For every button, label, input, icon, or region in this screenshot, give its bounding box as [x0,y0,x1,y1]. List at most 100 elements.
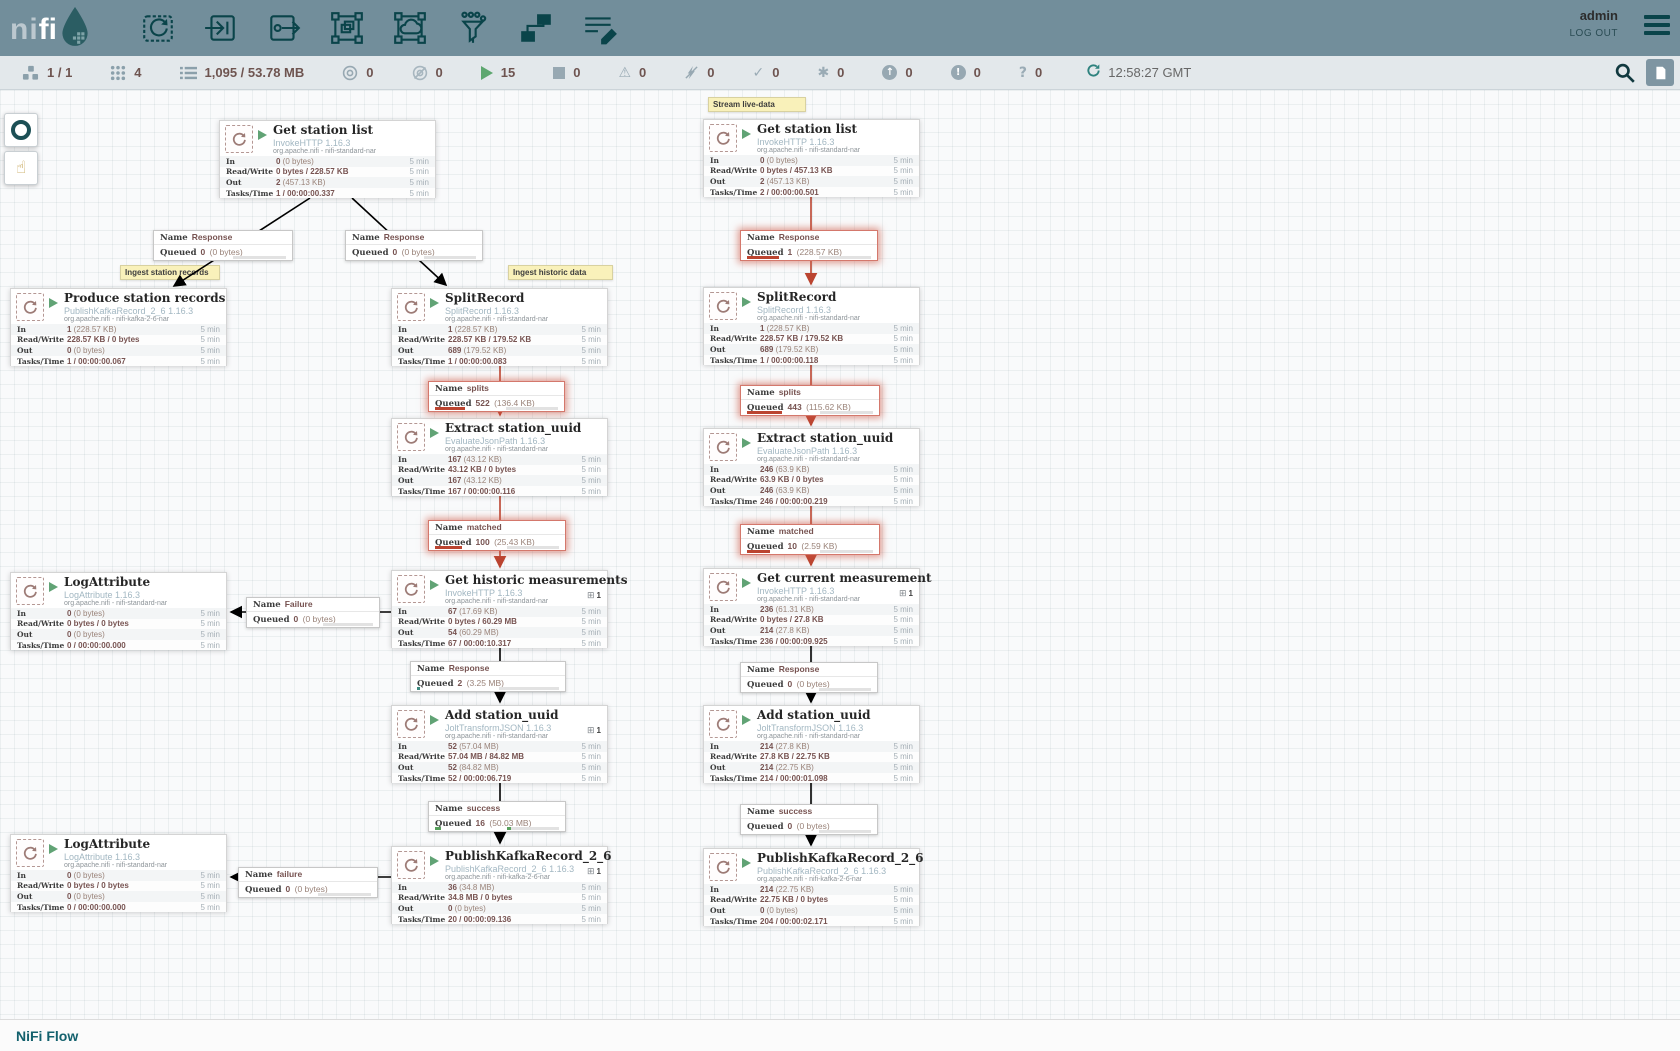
remote-process-group-icon[interactable] [392,10,428,46]
sync-failure-count: 0 [1035,65,1042,80]
stat-row-in: In0 (0 bytes)5 min [220,156,435,167]
stat-row-tasks-time: Tasks/Time2 / 00:00:00.5015 min [704,187,919,198]
stat-row-in: In1 (228.57 KB)5 min [704,323,919,334]
backpressure-bars [747,411,873,414]
processor-bundle: org.apache.nifi - nifi-standard-nar [64,600,167,607]
processor-publishkafka-right[interactable]: PublishKafkaRecord_2_6 PublishKafkaRecor… [703,848,920,926]
input-port-icon[interactable] [203,10,239,46]
name-key: Name [747,388,775,398]
processor-logattribute-top[interactable]: LogAttribute LogAttribute 1.16.3 org.apa… [10,572,227,650]
queue-label-success-mid[interactable]: Namesuccess Queued16 (50.03 MB) [428,801,566,832]
processor-bundle: org.apache.nifi - nifi-standard-nar [445,733,548,740]
processor-name: Extract station_uuid [445,421,581,435]
stat-row-read-write: Read/Write22.75 KB / 0 bytes5 min [704,895,919,906]
processor-bundle: org.apache.nifi - nifi-standard-nar [445,316,548,323]
search-icon[interactable] [1614,62,1636,84]
stat-row-out: Out2 (457.13 KB)5 min [220,177,435,188]
processor-icon[interactable] [140,10,176,46]
label-icon[interactable] [581,10,617,46]
queue-label-splits-mid[interactable]: Namesplits Queued522 (136.4 KB) [428,381,565,412]
processor-bundle: org.apache.nifi - nifi-kafka-2-6-nar [757,876,862,883]
queue-label-response-left-2[interactable]: NameResponse Queued0 (0 bytes) [345,230,483,261]
size-threshold-bar [506,407,558,410]
processor-stats: In0 (0 bytes)5 minRead/Write0 bytes / 45… [704,155,919,197]
processor-produce-station-records[interactable]: Produce station records PublishKafkaReco… [10,288,227,366]
stat-row-out: Out54 (60.29 MB)5 min [392,627,607,638]
relationship-name: success [779,806,813,816]
processor-get-station-list-right[interactable]: Get station list InvokeHTTP 1.16.3 org.a… [703,119,920,197]
stat-row-read-write: Read/Write43.12 KB / 0 bytes5 min [392,465,607,476]
stat-row-in: In1 (228.57 KB)5 min [392,324,607,335]
processor-stats: In1 (228.57 KB)5 minRead/Write228.57 KB … [704,323,919,365]
transmitting-icon [342,65,358,81]
funnel-icon[interactable] [455,10,491,46]
processor-add-station-uuid-mid[interactable]: Add station_uuid JoltTransformJSON 1.16.… [391,705,608,783]
queue-label-success-right[interactable]: Namesuccess Queued0 (0 bytes) [740,804,878,835]
queue-label-response-left-1[interactable]: NameResponse Queued0 (0 bytes) [153,230,293,261]
processor-stamp-icon [709,853,737,881]
queue-label-failure-bottom[interactable]: Namefailure Queued0 (0 bytes) [238,867,378,898]
queue-label-splits-right[interactable]: Namesplits Queued443 (115.62 KB) [740,385,880,416]
processor-get-station-list-left[interactable]: Get station list InvokeHTTP 1.16.3 org.a… [219,120,436,198]
refresh-icon[interactable] [1086,63,1101,83]
object-threshold-bar [245,893,302,896]
process-group-icon[interactable] [329,10,365,46]
queue-label-response-right-1[interactable]: NameResponse Queued1 (228.57 KB) [740,230,878,261]
logout-link[interactable]: LOG OUT [1569,28,1618,39]
queue-label-response-mid-2[interactable]: NameResponse Queued2 (3.25 MB) [410,661,566,692]
output-port-icon[interactable] [266,10,302,46]
processor-logattribute-bottom[interactable]: LogAttribute LogAttribute 1.16.3 org.apa… [10,834,227,912]
backpressure-bars [352,256,476,259]
size-threshold-bar [323,623,373,626]
queue-label-matched-mid[interactable]: Namematched Queued100 (25.43 KB) [428,520,566,551]
processor-stamp-icon [397,423,425,451]
flow-canvas[interactable]: Ingest station records Ingest historic d… [0,90,1680,1019]
queue-label-response-right-2[interactable]: NameResponse Queued0 (0 bytes) [740,662,878,693]
running-status-icon [430,580,439,590]
hamburger-icon[interactable] [1644,15,1670,39]
active-threads-status: 4 [110,65,141,81]
breadcrumb[interactable]: NiFi Flow [16,1028,78,1044]
stat-row-in: In236 (61.31 KB)5 min [704,604,919,615]
operate-palette-button[interactable]: ☝ [4,151,38,185]
running-status-icon [742,129,751,139]
disabled-status: 0 [684,65,714,80]
name-key: Name [245,870,273,880]
processor-extract-station-uuid-right[interactable]: Extract station_uuid EvaluateJsonPath 1.… [703,428,920,506]
processor-bundle: org.apache.nifi - nifi-standard-nar [757,733,860,740]
relationship-name: splits [779,387,801,397]
relationship-name: success [467,803,501,813]
queued-count: 1,095 / 53.78 MB [205,65,305,80]
invalid-icon: ⚠ [618,65,631,81]
processor-add-station-uuid-right[interactable]: Add station_uuid JoltTransformJSON 1.16.… [703,705,920,783]
processor-splitrecord-mid[interactable]: SplitRecord SplitRecord 1.16.3 org.apach… [391,288,608,366]
template-icon[interactable] [518,10,554,46]
invalid-status: ⚠ 0 [618,65,646,81]
active-threads-icon [110,65,126,81]
object-threshold-bar [160,256,217,259]
not-transmitting-count: 0 [436,65,443,80]
user-name: admin [1569,8,1618,23]
navigate-palette-button[interactable] [4,113,38,147]
processor-splitrecord-right[interactable]: SplitRecord SplitRecord 1.16.3 org.apach… [703,287,920,365]
queue-label-failure-top[interactable]: NameFailure Queued0 (0 bytes) [246,597,380,628]
relationship-name: matched [467,522,502,532]
stat-row-out: Out0 (0 bytes)5 min [11,629,226,640]
navigate-icon [11,120,31,140]
processor-get-historic-measurements[interactable]: Get historic measurements InvokeHTTP 1.1… [391,570,608,648]
processor-type: JoltTransformJSON 1.16.3 [445,723,551,733]
queue-label-matched-right[interactable]: Namematched Queued10 (2.59 KB) [740,524,880,555]
processor-publishkafka-mid[interactable]: PublishKafkaRecord_2_6 PublishKafkaRecor… [391,846,608,924]
backpressure-bars [747,688,871,691]
running-status-icon [430,298,439,308]
processor-get-current-measurement[interactable]: Get current measurement InvokeHTTP 1.16.… [703,568,920,646]
processor-extract-station-uuid-mid[interactable]: Extract station_uuid EvaluateJsonPath 1.… [391,418,608,496]
object-threshold-bar [417,687,481,690]
refresh-status[interactable]: 12:58:27 GMT [1086,63,1191,83]
document-panel-button[interactable] [1646,59,1674,86]
object-threshold-bar [747,688,803,691]
status-bar: 1 / 1 4 1,095 / 53.78 MB 0 0 15 0 ⚠ 0 0 … [0,56,1680,90]
stat-row-in: In67 (17.69 KB)5 min [392,606,607,617]
size-threshold-bar [820,550,873,553]
processor-name: LogAttribute [64,575,150,589]
